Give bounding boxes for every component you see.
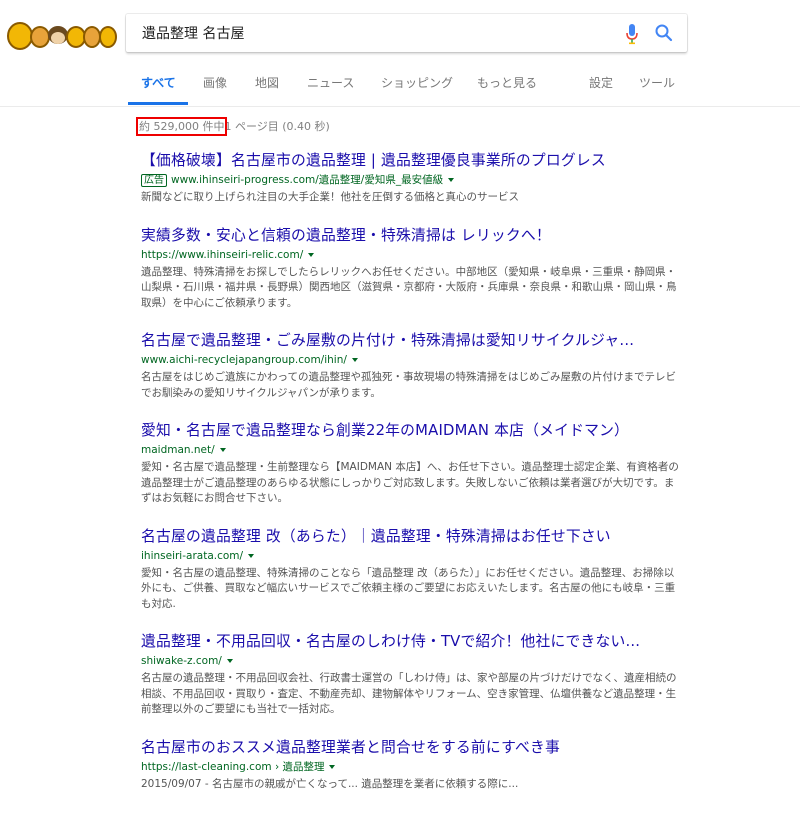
top-bar: すべて 画像 地図 ニュース ショッピング もっと見る 設定 ツール (0, 0, 800, 107)
result-title[interactable]: 名古屋市のおススメ遺品整理業者と問合せをする前にすべき事 (141, 737, 681, 759)
result-snippet: 新聞などに取り上げられ注目の大手企業！他社を圧倒する価格と真心のサービス (141, 191, 519, 203)
result-url-line: ihinseiri-arata.com/ (141, 549, 681, 564)
result-snippet: 愛知・名古屋で遺品整理・生前整理なら【MAIDMAN 本店】へ、お任せ下さい。遺… (141, 461, 679, 504)
microphone-icon[interactable] (625, 23, 639, 45)
url-dropdown-icon[interactable] (308, 252, 315, 257)
search-result-ad: 【価格破壊】名古屋市の遺品整理 | 遺品整理優良事業所のプログレス 広告 www.… (141, 150, 681, 206)
search-box (126, 14, 687, 52)
result-url-line: 広告 www.ihinseiri-progress.com/遺品整理/愛知県_最安… (141, 173, 681, 188)
tab-news[interactable]: ニュース (307, 74, 354, 91)
result-url: maidman.net/ (141, 444, 215, 456)
url-dropdown-icon[interactable] (219, 448, 226, 452)
tab-shopping[interactable]: ショッピング (381, 74, 453, 91)
result-snippet: 愛知・名古屋の遺品整理、特殊清掃のことなら「遺品整理 改（あらた）」にお任せくだ… (141, 566, 676, 610)
result-url-line: www.aichi-recyclejapangroup.com/ihin/ (141, 353, 681, 368)
result-url-line: https://last-cleaning.com › 遺品整理 (141, 760, 681, 775)
result-title[interactable]: 遺品整理・不用品回収・名古屋のしわけ侍・TVで紹介！他社にできない... (141, 631, 681, 653)
result-title[interactable]: 実績多数・安心と信頼の遺品整理・特殊清掃は レリックへ！ (141, 225, 681, 247)
url-dropdown-icon[interactable] (448, 178, 455, 182)
search-icon[interactable] (653, 22, 675, 44)
result-snippet: 名古屋の遺品整理・不用品回収会社、行政書士運営の「しわけ侍」は、家や部屋の片づけ… (141, 672, 677, 715)
result-page-time: 1 ページ目 (0.40 秒) (224, 120, 330, 133)
search-result: 実績多数・安心と信頼の遺品整理・特殊清掃は レリックへ！ https://www… (141, 225, 681, 312)
tab-tools[interactable]: ツール (639, 74, 675, 91)
result-snippet: 遺品整理、特殊清掃をお探しでしたらレリックへお任せください。中部地区（愛知県・岐… (141, 265, 677, 309)
result-url: www.aichi-recyclejapangroup.com/ihin/ (141, 354, 347, 366)
tab-images[interactable]: 画像 (203, 74, 227, 91)
result-url-line: maidman.net/ (141, 443, 681, 458)
results-list: 【価格破壊】名古屋市の遺品整理 | 遺品整理優良事業所のプログレス 広告 www.… (141, 150, 681, 811)
search-result: 愛知・名古屋で遺品整理なら創業22年のMAIDMAN 本店（メイドマン） mai… (141, 420, 681, 507)
result-snippet: 名古屋をはじめご遺族にかわっての遺品整理や孤独死・事故現場の特殊清掃をはじめごみ… (141, 371, 676, 399)
result-url: shiwake-z.com/ (141, 655, 222, 667)
search-result: 遺品整理・不用品回収・名古屋のしわけ侍・TVで紹介！他社にできない... shi… (141, 631, 681, 718)
tab-all[interactable]: すべて (141, 74, 176, 91)
result-stats: 約 529,000 件中1 ページ目 (0.40 秒) (135, 117, 330, 136)
google-doodle-logo[interactable] (6, 18, 118, 52)
result-url: www.ihinseiri-progress.com/遺品整理/愛知県_最安値級 (171, 174, 444, 186)
tab-settings[interactable]: 設定 (589, 74, 613, 91)
result-url: https://www.ihinseiri-relic.com/ (141, 248, 304, 261)
result-url: https://last-cleaning.com › 遺品整理 (141, 760, 325, 773)
url-dropdown-icon[interactable] (226, 659, 233, 663)
url-dropdown-icon[interactable] (248, 553, 255, 558)
active-tab-indicator (128, 102, 188, 105)
result-title[interactable]: 名古屋の遺品整理 改（あらた）｜遺品整理・特殊清掃はお任せ下さい (141, 526, 681, 548)
search-input[interactable] (142, 14, 612, 52)
result-snippet: 2015/09/07 - 名古屋市の親戚が亡くなって... 遺品整理を業者に依頼… (141, 777, 519, 790)
search-result: 名古屋の遺品整理 改（あらた）｜遺品整理・特殊清掃はお任せ下さい ihinsei… (141, 526, 681, 613)
search-result: 名古屋で遺品整理・ごみ屋敷の片付け・特殊清掃は愛知リサイクルジャ... www.… (141, 330, 681, 401)
result-title[interactable]: 【価格破壊】名古屋市の遺品整理 | 遺品整理優良事業所のプログレス (141, 150, 681, 172)
url-dropdown-icon[interactable] (351, 358, 358, 362)
tab-more[interactable]: もっと見る (477, 74, 537, 91)
result-url-line: shiwake-z.com/ (141, 654, 681, 669)
search-result: 名古屋市のおススメ遺品整理業者と問合せをする前にすべき事 https://las… (141, 737, 681, 793)
result-title[interactable]: 名古屋で遺品整理・ごみ屋敷の片付け・特殊清掃は愛知リサイクルジャ... (141, 330, 681, 352)
result-title[interactable]: 愛知・名古屋で遺品整理なら創業22年のMAIDMAN 本店（メイドマン） (141, 420, 681, 442)
result-url: ihinseiri-arata.com/ (141, 549, 244, 562)
tab-maps[interactable]: 地図 (255, 74, 279, 91)
ad-badge: 広告 (141, 174, 167, 187)
result-url-line: https://www.ihinseiri-relic.com/ (141, 248, 681, 263)
result-count: 約 529,000 件中 (135, 117, 228, 136)
url-dropdown-icon[interactable] (329, 764, 336, 769)
